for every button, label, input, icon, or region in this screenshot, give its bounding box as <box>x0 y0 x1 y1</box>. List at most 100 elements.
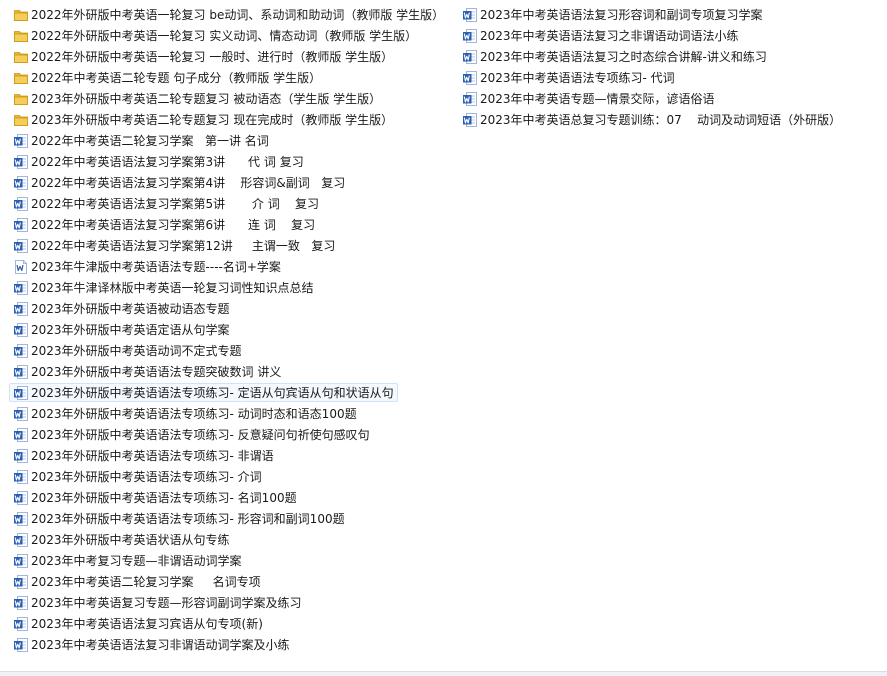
file-item[interactable]: 2023年外研版中考英语定语从句学案 <box>9 320 449 339</box>
file-item[interactable]: 2022年中考英语语法复习学案第5讲 介 词 复习 <box>9 194 449 213</box>
word-doc-icon <box>13 322 29 338</box>
file-item[interactable]: 2023年外研版中考英语语法专项练习- 非谓语 <box>9 446 449 465</box>
file-item[interactable]: 2022年中考英语语法复习学案第3讲 代 词 复习 <box>9 152 449 171</box>
status-bar <box>0 671 887 676</box>
file-item[interactable]: 2023年外研版中考英语动词不定式专题 <box>9 341 449 360</box>
file-item[interactable]: 2023年牛津版中考英语语法专题----名词+学案 <box>9 257 449 276</box>
file-name: 2022年外研版中考英语一轮复习 一般时、进行时（教师版 学生版） <box>31 50 394 64</box>
file-name: 2023年外研版中考英语语法专题突破数词 讲义 <box>31 365 282 379</box>
file-name: 2023年外研版中考英语语法专项练习- 定语从句宾语从句和状语从句 <box>31 386 394 400</box>
file-name: 2023年外研版中考英语被动语态专题 <box>31 302 230 316</box>
folder-icon <box>13 28 29 44</box>
word-doc-icon <box>13 154 29 170</box>
file-name: 2022年中考英语语法复习学案第4讲 形容词&副词 复习 <box>31 176 346 190</box>
file-name: 2022年中考英语语法复习学案第6讲 连 词 复习 <box>31 218 316 232</box>
file-item[interactable]: 2023年中考英语语法复习非谓语动词学案及小练 <box>9 635 449 654</box>
file-name: 2022年中考英语二轮专题 句子成分（教师版 学生版） <box>31 71 322 85</box>
file-item[interactable]: 2023年中考英语语法专项练习- 代词 <box>458 68 878 87</box>
file-item[interactable]: 2023年外研版中考英语二轮专题复习 被动语态（学生版 学生版） <box>9 89 449 108</box>
word-doc-icon <box>462 91 478 107</box>
file-item[interactable]: 2022年外研版中考英语一轮复习 一般时、进行时（教师版 学生版） <box>9 47 449 66</box>
file-name: 2023年牛津译林版中考英语一轮复习词性知识点总结 <box>31 281 314 295</box>
word-doc-icon <box>13 490 29 506</box>
file-item[interactable]: 2022年中考英语语法复习学案第4讲 形容词&副词 复习 <box>9 173 449 192</box>
file-item[interactable]: 2023年外研版中考英语语法专项练习- 动词时态和语态100题 <box>9 404 449 423</box>
file-item[interactable]: 2023年中考英语复习专题—形容词副词学案及练习 <box>9 593 449 612</box>
file-name: 2023年中考英语语法复习宾语从句专项(新) <box>31 617 263 631</box>
word-doc-icon <box>13 595 29 611</box>
file-list-pane: 2022年外研版中考英语一轮复习 be动词、系动词和助动词（教师版 学生版） 2… <box>0 0 887 672</box>
file-item[interactable]: 2023年外研版中考英语语法专项练习- 反意疑问句祈使句感叹句 <box>9 425 449 444</box>
file-name: 2022年外研版中考英语一轮复习 实义动词、情态动词（教师版 学生版） <box>31 29 418 43</box>
file-item[interactable]: 2023年外研版中考英语语法专项练习- 名词100题 <box>9 488 449 507</box>
file-item[interactable]: 2023年外研版中考英语语法专项练习- 形容词和副词100题 <box>9 509 449 528</box>
file-name: 2023年外研版中考英语语法专项练习- 动词时态和语态100题 <box>31 407 357 421</box>
word-doc-icon <box>13 511 29 527</box>
file-name: 2023年中考英语语法复习形容词和副词专项复习学案 <box>480 8 763 22</box>
file-item[interactable]: 2023年中考英语语法复习形容词和副词专项复习学案 <box>458 5 878 24</box>
file-item[interactable]: 2023年中考英语语法复习宾语从句专项(新) <box>9 614 449 633</box>
word-doc-icon <box>13 385 29 401</box>
file-name: 2022年中考英语语法复习学案第3讲 代 词 复习 <box>31 155 304 169</box>
file-name: 2023年外研版中考英语语法专项练习- 非谓语 <box>31 449 274 463</box>
word-legacy-icon <box>13 259 29 275</box>
file-name: 2023年外研版中考英语语法专项练习- 名词100题 <box>31 491 297 505</box>
file-item[interactable]: 2023年牛津译林版中考英语一轮复习词性知识点总结 <box>9 278 449 297</box>
file-name: 2023年中考英语语法复习之非谓语动词语法小练 <box>480 29 739 43</box>
file-item[interactable]: 2022年中考英语语法复习学案第12讲 主谓一致 复习 <box>9 236 449 255</box>
word-doc-icon <box>13 427 29 443</box>
folder-icon <box>13 112 29 128</box>
file-item[interactable]: 2022年中考英语语法复习学案第6讲 连 词 复习 <box>9 215 449 234</box>
folder-icon <box>13 91 29 107</box>
file-item[interactable]: 2022年中考英语二轮复习学案 第一讲 名词 <box>9 131 449 150</box>
word-doc-icon <box>13 574 29 590</box>
file-item[interactable]: 2023年外研版中考英语被动语态专题 <box>9 299 449 318</box>
file-name: 2023年外研版中考英语语法专项练习- 反意疑问句祈使句感叹句 <box>31 428 370 442</box>
word-doc-icon <box>462 28 478 44</box>
file-name: 2023年中考英语语法复习非谓语动词学案及小练 <box>31 638 290 652</box>
folder-icon <box>13 70 29 86</box>
word-doc-icon <box>13 364 29 380</box>
word-doc-icon <box>13 343 29 359</box>
word-doc-icon <box>13 532 29 548</box>
file-item[interactable]: 2023年外研版中考英语状语从句专练 <box>9 530 449 549</box>
word-doc-icon <box>13 469 29 485</box>
file-item[interactable]: 2023年外研版中考英语语法专项练习- 定语从句宾语从句和状语从句 <box>9 383 398 402</box>
file-name: 2023年外研版中考英语语法专项练习- 形容词和副词100题 <box>31 512 345 526</box>
word-doc-icon <box>13 448 29 464</box>
file-item[interactable]: 2023年中考英语总复习专题训练：07 动词及动词短语（外研版） <box>458 110 878 129</box>
file-item[interactable]: 2023年中考复习专题—非谓语动词学案 <box>9 551 449 570</box>
file-name: 2022年中考英语二轮复习学案 第一讲 名词 <box>31 134 269 148</box>
file-item[interactable]: 2023年中考英语语法复习之时态综合讲解-讲义和练习 <box>458 47 878 66</box>
file-name: 2022年中考英语语法复习学案第12讲 主谓一致 复习 <box>31 239 336 253</box>
word-doc-icon <box>462 7 478 23</box>
word-doc-icon <box>462 70 478 86</box>
file-name: 2023年外研版中考英语语法专项练习- 介词 <box>31 470 262 484</box>
word-doc-icon <box>13 616 29 632</box>
file-name: 2023年中考复习专题—非谓语动词学案 <box>31 554 242 568</box>
file-item[interactable]: 2023年中考英语二轮复习学案 名词专项 <box>9 572 449 591</box>
file-item[interactable]: 2023年外研版中考英语语法专题突破数词 讲义 <box>9 362 449 381</box>
file-item[interactable]: 2022年外研版中考英语一轮复习 be动词、系动词和助动词（教师版 学生版） <box>9 5 449 24</box>
file-item[interactable]: 2023年中考英语语法复习之非谓语动词语法小练 <box>458 26 878 45</box>
file-name: 2023年中考英语专题—情景交际，谚语俗语 <box>480 92 715 106</box>
file-name: 2023年外研版中考英语动词不定式专题 <box>31 344 242 358</box>
file-item[interactable]: 2023年中考英语专题—情景交际，谚语俗语 <box>458 89 878 108</box>
file-item[interactable]: 2022年外研版中考英语一轮复习 实义动词、情态动词（教师版 学生版） <box>9 26 449 45</box>
file-name: 2023年中考英语语法复习之时态综合讲解-讲义和练习 <box>480 50 767 64</box>
folder-icon <box>13 49 29 65</box>
word-doc-icon <box>13 175 29 191</box>
file-item[interactable]: 2023年外研版中考英语语法专项练习- 介词 <box>9 467 449 486</box>
file-item[interactable]: 2023年外研版中考英语二轮专题复习 现在完成时（教师版 学生版） <box>9 110 449 129</box>
word-doc-icon <box>13 406 29 422</box>
file-name: 2022年外研版中考英语一轮复习 be动词、系动词和助动词（教师版 学生版） <box>31 8 445 22</box>
word-doc-icon <box>13 553 29 569</box>
file-item[interactable]: 2022年中考英语二轮专题 句子成分（教师版 学生版） <box>9 68 449 87</box>
word-doc-icon <box>13 280 29 296</box>
word-doc-icon <box>13 196 29 212</box>
word-doc-icon <box>13 637 29 653</box>
file-column-right: 2023年中考英语语法复习形容词和副词专项复习学案 2023年中考英语语法复习之… <box>458 5 878 131</box>
file-name: 2023年外研版中考英语二轮专题复习 现在完成时（教师版 学生版） <box>31 113 394 127</box>
word-doc-icon <box>462 112 478 128</box>
file-name: 2023年外研版中考英语定语从句学案 <box>31 323 230 337</box>
